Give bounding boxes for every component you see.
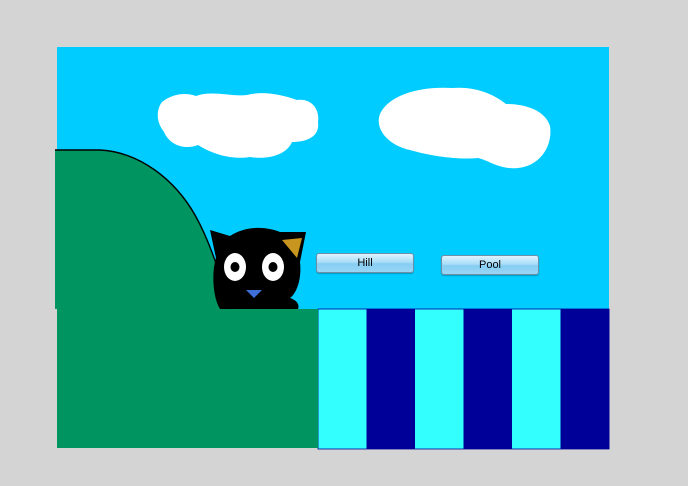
- cat-pupil-right: [268, 262, 278, 272]
- pool: [317, 308, 610, 450]
- pool-stripe: [415, 309, 464, 449]
- cat-pupil-left: [230, 262, 240, 272]
- game-stage: Hill Pool: [0, 0, 688, 486]
- pool-stripe: [560, 309, 610, 449]
- pool-stripe: [318, 309, 367, 449]
- scene-canvas: [55, 47, 610, 450]
- pool-stripe: [463, 309, 513, 449]
- pool-stripe: [366, 309, 416, 449]
- pool-stripe: [512, 309, 561, 449]
- hill-button[interactable]: Hill: [316, 253, 414, 273]
- pool-button[interactable]: Pool: [441, 255, 539, 275]
